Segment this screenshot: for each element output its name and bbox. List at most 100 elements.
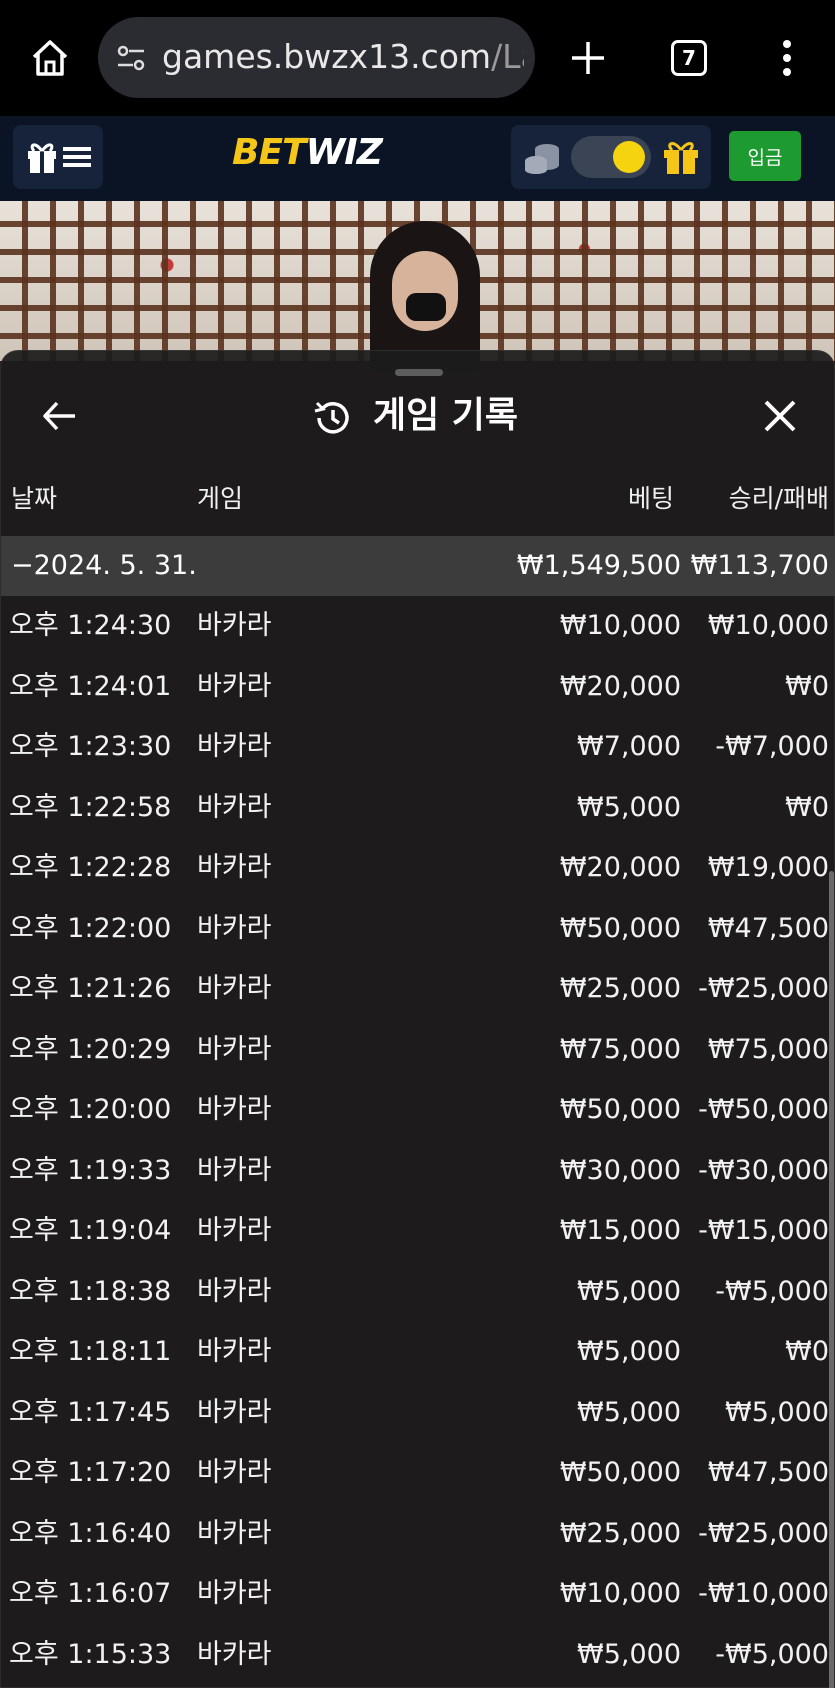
row-time: 오후 1:17:45 <box>9 1396 172 1428</box>
history-icon <box>314 401 349 434</box>
history-row[interactable]: 오후 1:15:33 바카라 ₩5,000 -₩5,000 <box>1 1625 835 1686</box>
row-game: 바카라 <box>197 670 272 702</box>
row-result: -₩25,000 <box>698 1517 829 1549</box>
row-game: 바카라 <box>197 1336 272 1367</box>
history-row[interactable]: 오후 1:20:00 바카라 ₩50,000 -₩50,000 <box>1 1080 835 1141</box>
url-text[interactable]: games.bwzx13.com/La <box>162 37 524 77</box>
row-time: 오후 1:19:33 <box>9 1154 172 1186</box>
row-result: ₩0 <box>785 1336 829 1367</box>
history-row[interactable]: 오후 1:24:01 바카라 ₩20,000 ₩0 <box>1 657 835 718</box>
arrow-left-icon[interactable] <box>39 395 81 437</box>
group-date: −2024. 5. 31. <box>11 550 197 581</box>
history-row[interactable]: 오후 1:20:29 바카라 ₩75,000 ₩75,000 <box>1 1020 835 1081</box>
row-time: 오후 1:16:40 <box>9 1517 172 1549</box>
history-row[interactable]: 오후 1:18:11 바카라 ₩5,000 ₩0 <box>1 1322 835 1383</box>
row-result: ₩19,000 <box>707 852 829 883</box>
row-game: 바카라 <box>197 1517 272 1549</box>
row-time: 오후 1:18:11 <box>9 1336 172 1367</box>
row-result: -₩5,000 <box>715 1638 829 1670</box>
row-result: -₩7,000 <box>715 731 829 762</box>
drag-handle[interactable] <box>395 369 443 376</box>
row-bet: ₩50,000 <box>559 912 681 944</box>
row-game: 바카라 <box>197 1578 272 1609</box>
row-bet: ₩5,000 <box>577 791 681 823</box>
betwiz-logo[interactable]: BETWIZ <box>232 132 383 173</box>
row-time: 오후 1:18:38 <box>9 1275 172 1307</box>
logo-bet: BET <box>232 132 307 173</box>
row-result: ₩47,500 <box>707 912 829 944</box>
row-time: 오후 1:17:20 <box>9 1457 172 1488</box>
history-row[interactable]: 오후 1:22:00 바카라 ₩50,000 ₩47,500 <box>1 899 835 960</box>
history-row[interactable]: 오후 1:18:38 바카라 ₩5,000 -₩5,000 <box>1 1262 835 1323</box>
row-time: 오후 1:24:30 <box>9 610 172 641</box>
home-icon[interactable] <box>28 36 72 80</box>
row-result: -₩15,000 <box>698 1215 829 1246</box>
tab-switcher-button[interactable]: 7 <box>671 40 707 76</box>
row-result: -₩50,000 <box>698 1094 829 1125</box>
date-group-row[interactable]: −2024. 5. 31. ₩1,549,500 ₩113,700 <box>1 536 835 596</box>
column-header-date[interactable]: 날짜 <box>11 483 57 515</box>
gift-icon <box>28 143 56 173</box>
deposit-button[interactable]: 입금 <box>729 131 801 181</box>
new-tab-icon[interactable] <box>566 36 610 80</box>
row-time: 오후 1:16:07 <box>9 1578 172 1609</box>
history-row[interactable]: 오후 1:19:33 바카라 ₩30,000 -₩30,000 <box>1 1141 835 1202</box>
row-game: 바카라 <box>197 912 272 944</box>
history-row[interactable]: 오후 1:16:40 바카라 ₩25,000 -₩25,000 <box>1 1504 835 1565</box>
row-result: ₩10,000 <box>707 610 829 641</box>
row-result: -₩10,000 <box>698 1578 829 1609</box>
group-result-total: ₩113,700 <box>690 550 829 581</box>
row-game: 바카라 <box>197 1275 272 1307</box>
coins-icon <box>525 144 559 174</box>
row-time: 오후 1:22:00 <box>9 912 172 944</box>
row-bet: ₩5,000 <box>577 1396 681 1428</box>
gift-icon[interactable] <box>661 137 701 177</box>
row-game: 바카라 <box>197 973 272 1004</box>
column-header-bet[interactable]: 베팅 <box>561 483 674 515</box>
address-bar[interactable]: games.bwzx13.com/La <box>98 17 535 98</box>
history-row[interactable]: 오후 1:23:30 바카라 ₩7,000 -₩7,000 <box>1 717 835 778</box>
row-game: 바카라 <box>197 1215 272 1246</box>
column-header-result[interactable]: 승리/패배 <box>701 483 829 515</box>
history-row[interactable]: 오후 1:16:07 바카라 ₩10,000 -₩10,000 <box>1 1564 835 1625</box>
row-bet: ₩7,000 <box>577 731 681 762</box>
close-icon[interactable] <box>761 397 799 435</box>
browser-toolbar: games.bwzx13.com/La 7 <box>0 0 835 116</box>
row-result: ₩5,000 <box>725 1396 829 1428</box>
history-row[interactable]: 오후 1:22:28 바카라 ₩20,000 ₩19,000 <box>1 838 835 899</box>
history-row[interactable]: 오후 1:17:45 바카라 ₩5,000 ₩5,000 <box>1 1383 835 1444</box>
more-vert-icon[interactable] <box>776 38 798 78</box>
row-result: -₩25,000 <box>698 973 829 1004</box>
row-bet: ₩75,000 <box>559 1033 681 1065</box>
balance-widget <box>511 125 711 189</box>
logo-wiz: WIZ <box>305 132 383 173</box>
history-row[interactable]: 오후 1:19:04 바카라 ₩15,000 -₩15,000 <box>1 1201 835 1262</box>
row-bet: ₩10,000 <box>559 1578 681 1609</box>
site-settings-icon[interactable] <box>114 41 148 75</box>
scrollbar[interactable] <box>829 871 834 1688</box>
balance-toggle[interactable] <box>571 136 651 178</box>
group-bet-total: ₩1,549,500 <box>516 550 681 581</box>
row-bet: ₩5,000 <box>577 1638 681 1670</box>
row-game: 바카라 <box>197 1154 272 1186</box>
row-game: 바카라 <box>197 610 272 641</box>
row-result: ₩47,500 <box>707 1457 829 1488</box>
history-row[interactable]: 오후 1:22:58 바카라 ₩5,000 ₩0 <box>1 778 835 839</box>
promo-menu-button[interactable] <box>13 125 103 189</box>
toggle-knob <box>613 141 645 173</box>
row-time: 오후 1:23:30 <box>9 731 172 762</box>
row-time: 오후 1:19:04 <box>9 1215 172 1246</box>
row-game: 바카라 <box>197 1638 272 1670</box>
row-result: -₩5,000 <box>715 1275 829 1307</box>
history-row[interactable]: 오후 1:21:26 바카라 ₩25,000 -₩25,000 <box>1 959 835 1020</box>
row-time: 오후 1:22:58 <box>9 791 172 823</box>
row-bet: ₩25,000 <box>559 973 681 1004</box>
url-path: /La <box>491 37 524 76</box>
history-row[interactable]: 오후 1:17:20 바카라 ₩50,000 ₩47,500 <box>1 1443 835 1504</box>
column-header-game[interactable]: 게임 <box>197 483 243 515</box>
game-history-panel: 게임 기록 날짜 게임 베팅 승리/패배 −2024. 5. 31. ₩1,54… <box>0 350 835 1688</box>
history-row[interactable]: 오후 1:24:30 바카라 ₩10,000 ₩10,000 <box>1 596 835 657</box>
row-game: 바카라 <box>197 1457 272 1488</box>
row-bet: ₩5,000 <box>577 1336 681 1367</box>
row-time: 오후 1:20:00 <box>9 1094 172 1125</box>
